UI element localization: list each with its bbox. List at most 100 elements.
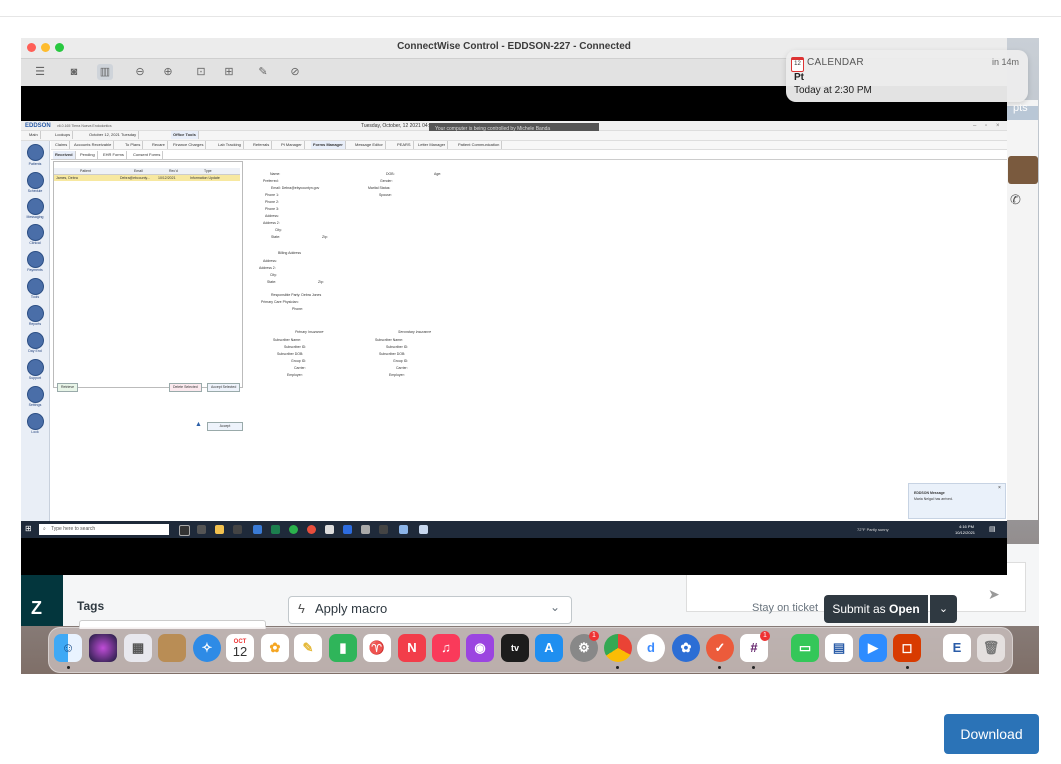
siri-icon[interactable] bbox=[89, 634, 117, 662]
taskbar-app-icon[interactable] bbox=[419, 525, 428, 534]
photos-icon[interactable]: ✿ bbox=[261, 634, 289, 662]
pen-icon[interactable]: ✎ bbox=[255, 64, 271, 80]
remote-desktop-icon[interactable]: ▤ bbox=[825, 634, 853, 662]
task-view-icon[interactable] bbox=[197, 525, 206, 534]
taskbar-app-icon[interactable] bbox=[343, 525, 352, 534]
zoom-icon[interactable]: ▶ bbox=[859, 634, 887, 662]
retrieve-button[interactable]: Retrieve bbox=[57, 383, 79, 392]
notification-center-icon[interactable]: ▤ bbox=[989, 525, 996, 533]
clock-date[interactable]: 10/12/2021 bbox=[955, 530, 975, 535]
tab-office-tools[interactable]: Office Tools bbox=[171, 131, 199, 139]
submit-options-button[interactable]: ⌄ bbox=[930, 595, 957, 623]
zoom-in-icon[interactable]: ⊕ bbox=[160, 64, 176, 80]
camera-icon[interactable]: ◙ bbox=[66, 64, 82, 80]
chrome-icon[interactable] bbox=[604, 634, 632, 662]
send-icon[interactable]: ➤ bbox=[988, 586, 1000, 603]
taskbar-app-icon[interactable] bbox=[361, 525, 370, 534]
calendar-dock-icon[interactable]: OCT 12 bbox=[226, 634, 254, 662]
contacts-icon[interactable] bbox=[158, 634, 186, 662]
launchpad-icon[interactable]: ▦ bbox=[124, 634, 152, 662]
finder-icon[interactable]: ☺ bbox=[54, 634, 82, 662]
tab-patient-communication[interactable]: Patient Communication bbox=[456, 141, 503, 149]
notes-icon[interactable]: ✎ bbox=[294, 634, 322, 662]
taskbar-app-icon[interactable] bbox=[253, 525, 262, 534]
day-end-icon[interactable] bbox=[27, 332, 44, 349]
remote-minimize-icon[interactable]: – bbox=[973, 123, 976, 129]
weather-text[interactable]: 72°F Partly sunny bbox=[857, 527, 889, 532]
cortana-icon[interactable] bbox=[179, 525, 190, 536]
taskbar-app-icon[interactable] bbox=[379, 525, 388, 534]
remote-close-icon[interactable]: × bbox=[996, 123, 1000, 129]
taskbar-app-icon[interactable] bbox=[399, 525, 408, 534]
clock-time[interactable]: 4:16 PM bbox=[959, 524, 974, 529]
tab-finance-charges[interactable]: Finance Charges bbox=[171, 141, 207, 149]
accept-button[interactable]: Accept bbox=[207, 422, 243, 431]
payments-icon[interactable] bbox=[27, 251, 44, 268]
keynote-icon[interactable]: ♈ bbox=[363, 634, 391, 662]
messages-icon[interactable]: ▭ bbox=[791, 634, 819, 662]
tab-txplans[interactable]: To Plans bbox=[123, 141, 144, 149]
phone-icon[interactable]: ✆ bbox=[1010, 192, 1021, 208]
schedule-icon[interactable] bbox=[27, 172, 44, 189]
tv-icon[interactable]: tv bbox=[501, 634, 529, 662]
safari-icon[interactable]: ✧ bbox=[193, 634, 221, 662]
receive-file-icon[interactable]: ⊞ bbox=[221, 64, 237, 80]
accept-selected-button[interactable]: Accept Selected bbox=[207, 383, 241, 392]
send-file-icon[interactable]: ⊡ bbox=[193, 64, 209, 80]
view-icon[interactable]: ▥ bbox=[97, 64, 113, 80]
menu-icon[interactable]: ☰ bbox=[32, 64, 48, 80]
tab-pears[interactable]: PEARS bbox=[395, 141, 414, 149]
remote-restore-icon[interactable]: ▫ bbox=[985, 123, 987, 129]
tab-ar[interactable]: Accounts Receivable bbox=[72, 141, 115, 149]
tasks-icon[interactable]: ✓ bbox=[706, 634, 734, 662]
tab-lookups[interactable]: Lookups bbox=[53, 131, 74, 139]
office-icon[interactable]: ◻ bbox=[893, 634, 921, 662]
support-icon[interactable] bbox=[27, 359, 44, 376]
tab-pending[interactable]: Pending bbox=[78, 151, 98, 159]
download-button[interactable]: Download bbox=[944, 714, 1039, 754]
messaging-icon[interactable] bbox=[27, 198, 44, 215]
hide-icon[interactable]: ⊘ bbox=[287, 64, 303, 80]
tab-date[interactable]: October 12, 2021 Tuesday bbox=[87, 131, 140, 139]
windows-start-icon[interactable]: ⊞ bbox=[25, 524, 32, 533]
lock-icon[interactable] bbox=[27, 413, 44, 430]
numbers-icon[interactable]: ▮ bbox=[329, 634, 357, 662]
file-explorer-icon[interactable] bbox=[215, 525, 224, 534]
delete-selected-button[interactable]: Delete Selected bbox=[169, 383, 202, 392]
tab-main[interactable]: Main bbox=[27, 131, 41, 139]
clinical-icon[interactable] bbox=[27, 224, 44, 241]
stay-on-ticket[interactable]: Stay on ticket bbox=[752, 602, 818, 614]
taskbar-app-icon[interactable] bbox=[289, 525, 298, 534]
table-row[interactable]: James, Debra Debra@ebcounty... 10/12/202… bbox=[54, 175, 240, 181]
chrome-taskbar-icon[interactable] bbox=[307, 525, 316, 534]
trash-icon[interactable]: 🗑 bbox=[977, 634, 1005, 662]
tab-forms-manager[interactable]: Forms Manager bbox=[311, 141, 346, 149]
tools-icon[interactable] bbox=[27, 278, 44, 295]
remote-screen[interactable]: EDDSON v6.0.165 Tierra Nueva Endodontics… bbox=[21, 121, 1007, 538]
news-icon[interactable]: N bbox=[398, 634, 426, 662]
tab-pt-manager[interactable]: Pt Manager bbox=[279, 141, 305, 149]
tab-recare[interactable]: Recare bbox=[150, 141, 168, 149]
settings-icon[interactable] bbox=[27, 386, 44, 403]
reports-icon[interactable] bbox=[27, 305, 44, 322]
tab-lab-tracking[interactable]: Lab Tracking bbox=[216, 141, 244, 149]
taskbar-app-icon[interactable] bbox=[271, 525, 280, 534]
tab-received[interactable]: Received bbox=[53, 151, 76, 159]
toast-close-icon[interactable]: × bbox=[998, 485, 1001, 491]
eddson-dock-icon[interactable]: E bbox=[943, 634, 971, 662]
tab-referrals[interactable]: Referrals bbox=[251, 141, 273, 149]
tab-letter-manager[interactable]: Letter Manager bbox=[416, 141, 449, 149]
eddson-toast[interactable]: EDDSON Message Maria Nelgal has arrived.… bbox=[908, 483, 1006, 519]
dictionary-icon[interactable]: d bbox=[637, 634, 665, 662]
taskbar-app-icon[interactable] bbox=[233, 525, 242, 534]
tab-ehr-forms[interactable]: EHR Forms bbox=[101, 151, 127, 159]
tab-message-editor[interactable]: Message Editor bbox=[353, 141, 386, 149]
tab-claims[interactable]: Claims bbox=[53, 141, 71, 149]
zoom-out-icon[interactable]: ⊖ bbox=[132, 64, 148, 80]
zendesk-logo-icon[interactable]: Z bbox=[31, 598, 42, 619]
app-store-icon[interactable]: A bbox=[535, 634, 563, 662]
taskbar-search[interactable]: Type here to search bbox=[39, 524, 169, 535]
submit-button[interactable]: Submit as Open bbox=[824, 595, 928, 623]
tab-consent-forms[interactable]: Consent Forms bbox=[131, 151, 164, 159]
taskbar-app-icon[interactable] bbox=[325, 525, 334, 534]
